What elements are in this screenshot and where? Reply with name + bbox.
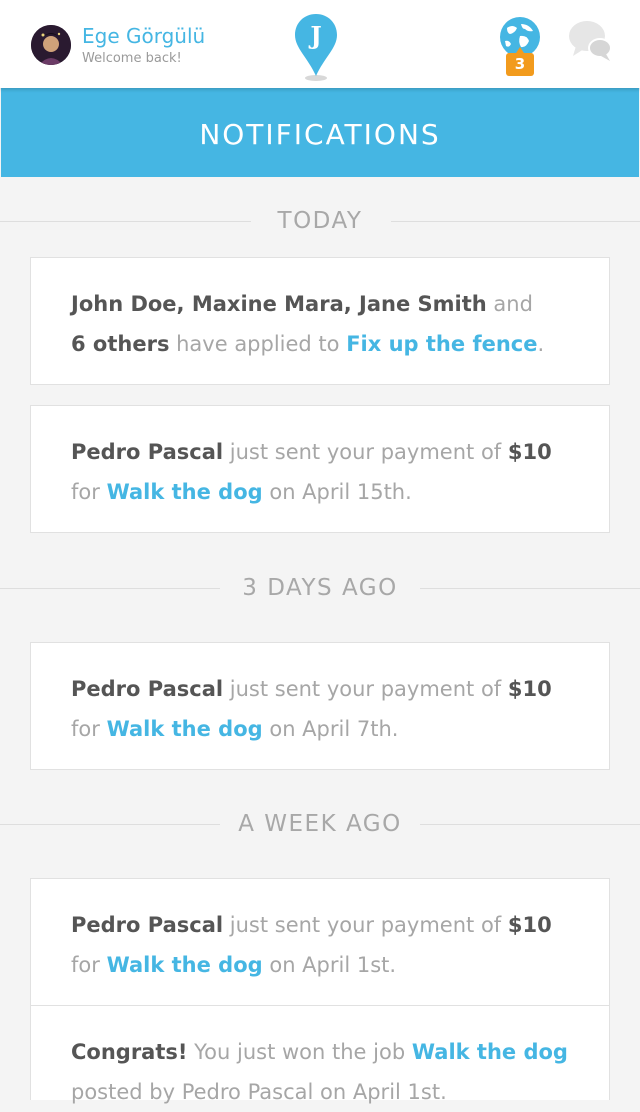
page-title: NOTIFICATIONS xyxy=(1,88,639,177)
notification-text: Pedro Pascal just sent your payment of $… xyxy=(71,669,576,749)
date-text: on April 15th. xyxy=(262,480,412,504)
map-pin-logo-icon[interactable]: J xyxy=(294,12,338,84)
posted-by-text: posted by Pedro Pascal on April 1st. xyxy=(71,1080,447,1104)
job-link[interactable]: Walk the dog xyxy=(107,953,263,977)
welcome-text: Welcome back! xyxy=(82,51,182,66)
notification-count-badge[interactable]: 3 xyxy=(506,47,534,76)
notification-text: Pedro Pascal just sent your payment of $… xyxy=(71,432,576,512)
payment-amount: $10 xyxy=(507,677,552,701)
notification-text: Congrats! You just won the job Walk the … xyxy=(71,1032,576,1112)
job-link[interactable]: Fix up the fence xyxy=(346,332,537,356)
top-bar: Ege Görgülü Welcome back! J 3 xyxy=(0,0,640,88)
others-count: 6 others xyxy=(71,332,170,356)
avatar[interactable] xyxy=(31,25,71,65)
date-text: on April 1st. xyxy=(262,953,397,977)
notification-text: Pedro Pascal just sent your payment of $… xyxy=(71,905,576,985)
date-text: on April 7th. xyxy=(262,717,399,741)
payment-amount: $10 xyxy=(507,440,552,464)
job-link[interactable]: Walk the dog xyxy=(107,717,263,741)
divider-line xyxy=(420,824,640,825)
user-name[interactable]: Ege Görgülü xyxy=(82,24,205,48)
end-text: . xyxy=(537,332,545,356)
notification-card[interactable]: Pedro Pascal just sent your payment of $… xyxy=(30,405,610,533)
body-text: have applied to xyxy=(169,332,347,356)
section-divider-today: TODAY xyxy=(0,206,640,236)
section-divider-a-week-ago: A WEEK AGO xyxy=(0,809,640,839)
for-text: for xyxy=(71,480,107,504)
chat-bubbles-icon[interactable] xyxy=(568,18,614,62)
divider-line xyxy=(391,221,640,222)
actor-name: Pedro Pascal xyxy=(71,440,224,464)
section-divider-3-days-ago: 3 DAYS AGO xyxy=(0,573,640,603)
actor-name: Pedro Pascal xyxy=(71,677,224,701)
payment-amount: $10 xyxy=(507,913,552,937)
notification-text: John Doe, Maxine Mara, Jane Smith and 6 … xyxy=(71,284,576,364)
body-text: just sent your payment of xyxy=(223,440,508,464)
actor-name: Pedro Pascal xyxy=(71,913,224,937)
congrats-text: Congrats! xyxy=(71,1040,188,1064)
job-link[interactable]: Walk the dog xyxy=(107,480,263,504)
body-text: You just won the job xyxy=(187,1040,412,1064)
for-text: for xyxy=(71,953,107,977)
notification-card[interactable]: John Doe, Maxine Mara, Jane Smith and 6 … xyxy=(30,257,610,385)
connector-text: and xyxy=(486,292,533,316)
for-text: for xyxy=(71,717,107,741)
avatar-image xyxy=(31,25,71,65)
job-link[interactable]: Walk the dog xyxy=(412,1040,568,1064)
notification-card[interactable]: Pedro Pascal just sent your payment of $… xyxy=(30,878,610,1006)
body-text: just sent your payment of xyxy=(223,913,508,937)
logo-letter: J xyxy=(308,21,321,50)
divider-line xyxy=(420,588,640,589)
notification-card[interactable]: Congrats! You just won the job Walk the … xyxy=(30,1005,610,1104)
notification-card[interactable]: Pedro Pascal just sent your payment of $… xyxy=(30,642,610,770)
applicant-names: John Doe, Maxine Mara, Jane Smith xyxy=(71,292,487,316)
body-text: just sent your payment of xyxy=(223,677,508,701)
